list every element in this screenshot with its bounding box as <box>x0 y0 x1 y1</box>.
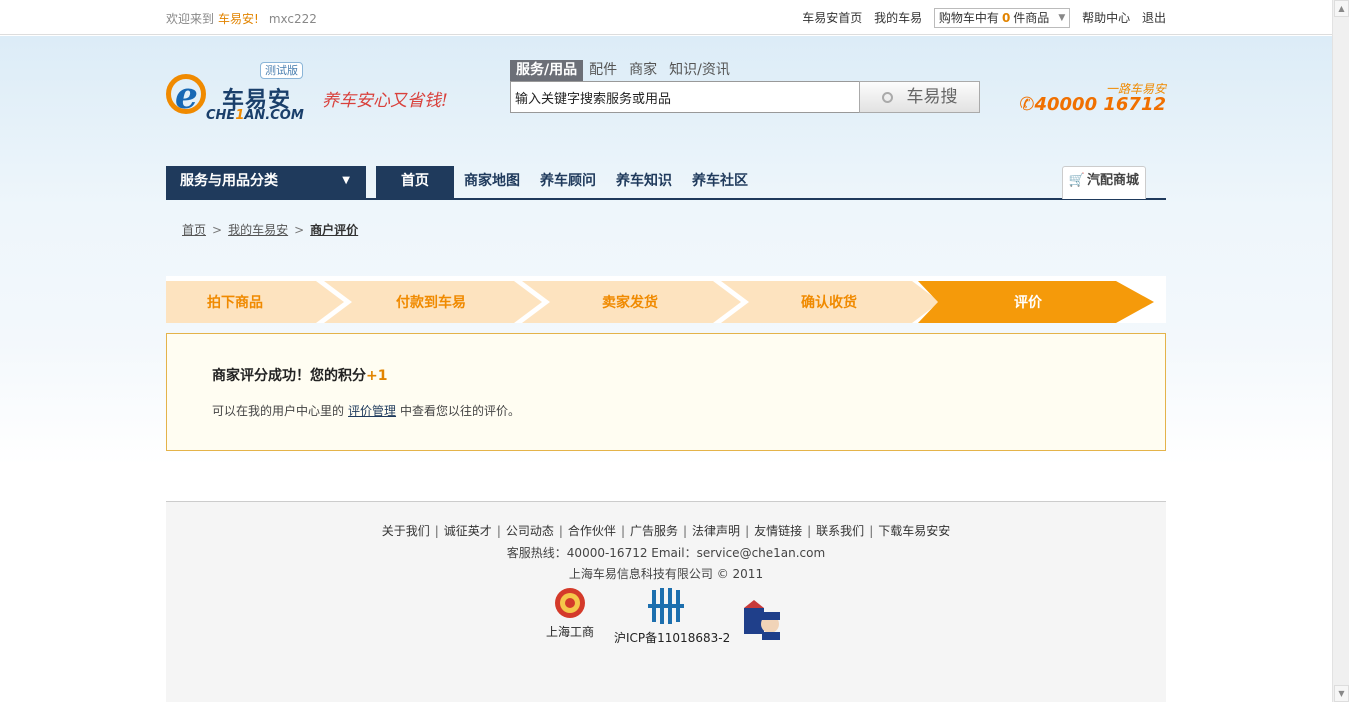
success-title: 商家评分成功！您的积分+1 <box>212 368 388 384</box>
footer-links: 关于我们 | 诚征英才 | 公司动态 | 合作伙伴 | 广告服务 | 法律声明 | 友情链接 | 联系我们 |… <box>166 522 1166 539</box>
scroll-up-icon[interactable]: ▲ <box>1334 0 1349 17</box>
search-tab-services[interactable]: 服务/用品 <box>510 60 584 81</box>
logo-e-icon: e <box>175 75 198 117</box>
username-link[interactable]: mxc222 <box>269 12 317 26</box>
icp-badge[interactable]: 沪ICP备11018683-2 <box>614 586 731 646</box>
points-earned: +1 <box>366 368 388 384</box>
beta-badge: 测试版 <box>260 62 303 79</box>
cart-icon: 🛒 <box>1068 173 1085 188</box>
icp-badge-label: 沪ICP备11018683-2 <box>614 631 731 645</box>
footer: 关于我们 | 诚征英才 | 公司动态 | 合作伙伴 | 广告服务 | 法律声明 | 友情链接 | 联系我们 |… <box>166 501 1166 702</box>
nav-item-advisor[interactable]: 养车顾问 <box>530 166 606 199</box>
phone-icon: ✆ <box>1019 94 1035 115</box>
step-label-1: 拍下商品 <box>207 295 263 311</box>
hotline: 一路车易安 ✆40000 16712 <box>1019 80 1166 120</box>
footer-link-friends[interactable]: 友情链接 <box>754 524 802 538</box>
chevron-down-icon: ▼ <box>342 175 350 186</box>
footer-link-news[interactable]: 公司动态 <box>506 524 554 538</box>
nav-item-knowledge[interactable]: 养车知识 <box>606 166 682 199</box>
my-account-link[interactable]: 我的车易 <box>874 11 922 25</box>
search-icon <box>881 92 893 103</box>
footer-divider: | <box>496 524 501 538</box>
footer-copyright: 上海车易信息科技有限公司 © 2011 <box>568 567 764 581</box>
breadcrumb-my[interactable]: 我的车易安 <box>228 223 288 237</box>
footer-divider: | <box>558 524 563 538</box>
site-name-link[interactable]: 车易安! <box>218 12 259 26</box>
logout-link[interactable]: 退出 <box>1142 11 1166 25</box>
cart-suffix: 件商品 <box>1013 11 1050 25</box>
nav-item-map[interactable]: 商家地图 <box>454 166 530 199</box>
footer-hotline: 客服热线：40000-16712 Email：service@che1an.co… <box>506 546 826 560</box>
welcome-message: 欢迎来到 车易安! mxc222 <box>166 10 317 27</box>
police-badge[interactable] <box>738 598 786 645</box>
welcome-text: 欢迎来到 <box>166 12 215 26</box>
parts-mall-button[interactable]: 🛒 汽配商城 <box>1061 166 1146 199</box>
commerce-badge[interactable]: 上海工商 <box>544 586 596 640</box>
breadcrumb-separator: > <box>212 223 223 237</box>
top-links: 车易安首页 我的车易 购物车中有 0 件商品 ▼ 帮助中心 退出 <box>794 8 1166 28</box>
footer-divider: | <box>869 524 874 538</box>
search-tab-knowledge[interactable]: 知识/资讯 <box>663 60 736 81</box>
footer-divider: | <box>745 524 750 538</box>
breadcrumb-current: 商户评价 <box>310 223 359 237</box>
help-link[interactable]: 帮助中心 <box>1082 11 1130 25</box>
category-menu-button[interactable]: 服务与用品分类 ▼ <box>166 166 366 199</box>
emblem-icon <box>555 588 585 618</box>
step-label-4: 确认收货 <box>801 295 857 311</box>
top-bar-inner: 欢迎来到 车易安! mxc222 车易安首页 我的车易 购物车中有 0 件商品 ▼ 帮助中… <box>166 0 1166 35</box>
parts-mall-label: 汽配商城 <box>1086 173 1139 188</box>
home-link[interactable]: 车易安首页 <box>802 11 862 25</box>
footer-divider: | <box>683 524 688 538</box>
search-tabs: 服务/用品 配件 商家 知识/资讯 <box>510 60 736 81</box>
cart-prefix: 购物车中有 <box>938 11 999 25</box>
commerce-badge-label: 上海工商 <box>545 625 594 639</box>
order-progress-steps: 拍下商品 付款到车易 卖家发货 确认收货 评价 <box>166 276 1166 323</box>
nav-item-home[interactable]: 首页 <box>376 166 454 199</box>
search-tab-parts[interactable]: 配件 <box>583 60 623 81</box>
footer-divider: | <box>434 524 439 538</box>
step-label-3: 卖家发货 <box>602 295 658 311</box>
search-button-label: 车易搜 <box>906 87 958 107</box>
footer-link-partners[interactable]: 合作伙伴 <box>568 524 616 538</box>
vertical-scrollbar[interactable]: ▲ ▼ <box>1332 0 1349 702</box>
footer-link-ads[interactable]: 广告服务 <box>630 524 678 538</box>
search-tab-merchants[interactable]: 商家 <box>623 60 663 81</box>
success-description: 可以在我的用户中心里的 评价管理 中查看您以往的评价。 <box>212 404 521 418</box>
nav-item-community[interactable]: 养车社区 <box>682 166 758 199</box>
scroll-down-icon[interactable]: ▼ <box>1334 685 1349 702</box>
search-button[interactable]: 车易搜 <box>859 81 980 113</box>
footer-link-download[interactable]: 下载车易安安 <box>878 524 950 538</box>
footer-divider: | <box>620 524 625 538</box>
breadcrumb-home[interactable]: 首页 <box>182 223 206 237</box>
footer-link-legal[interactable]: 法律声明 <box>692 524 740 538</box>
site-logo[interactable]: e 车易安 CHE1AN.COM 测试版 养车安心又省钱! <box>166 60 466 130</box>
nav-items: 首页 商家地图 养车顾问 养车知识 养车社区 <box>376 166 758 199</box>
cart-dropdown[interactable]: 购物车中有 0 件商品 ▼ <box>933 8 1071 28</box>
search-input[interactable]: 输入关键字搜索服务或用品 <box>510 81 860 113</box>
chevron-down-icon: ▼ <box>1058 13 1066 23</box>
footer-divider: | <box>807 524 812 538</box>
step-label-5: 评价 <box>1014 295 1042 311</box>
logo-name-en: CHE1AN.COM <box>206 108 304 123</box>
slogan: 养车安心又省钱! <box>322 91 448 111</box>
footer-link-contact[interactable]: 联系我们 <box>816 524 864 538</box>
footer-link-jobs[interactable]: 诚征英才 <box>444 524 492 538</box>
hotline-number: ✆40000 16712 <box>1019 94 1166 115</box>
footer-link-about[interactable]: 关于我们 <box>382 524 430 538</box>
police-icon <box>744 600 780 640</box>
cart-count: 0 <box>1001 11 1011 25</box>
review-management-link[interactable]: 评价管理 <box>348 404 396 418</box>
step-label-2: 付款到车易 <box>396 295 466 311</box>
breadcrumb: 首页 > 我的车易安 > 商户评价 <box>182 221 358 238</box>
category-label: 服务与用品分类 <box>180 173 278 189</box>
top-bar: 欢迎来到 车易安! mxc222 车易安首页 我的车易 购物车中有 0 件商品 ▼ 帮助中… <box>0 0 1332 35</box>
search-area: 服务/用品 配件 商家 知识/资讯 输入关键字搜索服务或用品 车易搜 <box>510 60 980 115</box>
icp-icon <box>648 588 684 624</box>
main-nav: 服务与用品分类 ▼ 首页 商家地图 养车顾问 养车知识 养车社区 🛒 汽配商城 <box>166 165 1166 200</box>
success-message-box: 商家评分成功！您的积分+1 可以在我的用户中心里的 评价管理 中查看您以往的评价。 <box>166 333 1166 451</box>
breadcrumb-separator: > <box>294 223 305 237</box>
